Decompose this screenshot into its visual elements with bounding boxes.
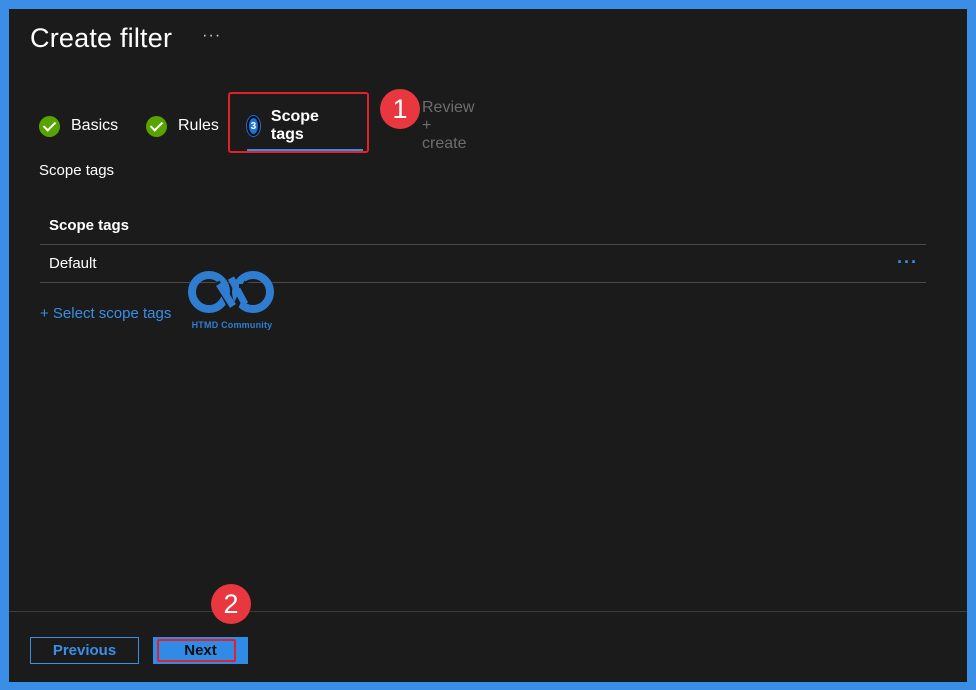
section-label: Scope tags [39,162,115,179]
create-filter-pane: Create filter ··· Basics Rules 3 Scope t… [9,9,967,682]
checkmark-icon [146,115,167,137]
previous-button[interactable]: Previous [30,637,139,664]
callout-badge-2: 2 [211,584,251,624]
title-row: Create filter ··· [30,23,221,54]
step-rules[interactable]: Rules [146,112,219,140]
step-label: Review + create [422,99,475,152]
page-title: Create filter [30,23,173,53]
next-button[interactable]: Next [153,637,248,664]
scope-tag-name: Default [49,255,97,272]
step-basics[interactable]: Basics [39,112,118,140]
table-header: Scope tags [40,207,926,245]
step-label: Basics [71,117,119,134]
step-label: Rules [178,117,219,134]
scope-tags-table: Scope tags Default ··· [40,207,926,283]
table-row[interactable]: Default ··· [40,245,926,283]
row-more-options-icon[interactable]: ··· [897,252,918,273]
footer-divider [9,611,967,612]
callout-badge-1: 1 [380,89,420,129]
htmd-community-logo: HTMD Community [187,268,277,334]
scope-tags-step-highlight [228,92,369,153]
select-scope-tags-link[interactable]: + Select scope tags [40,305,171,322]
more-options-icon[interactable]: ··· [202,27,221,45]
watermark-text: HTMD Community [191,320,273,330]
htmd-logo-icon [188,271,274,313]
step-review-create: Review + create [422,99,474,152]
checkmark-icon [39,115,60,137]
